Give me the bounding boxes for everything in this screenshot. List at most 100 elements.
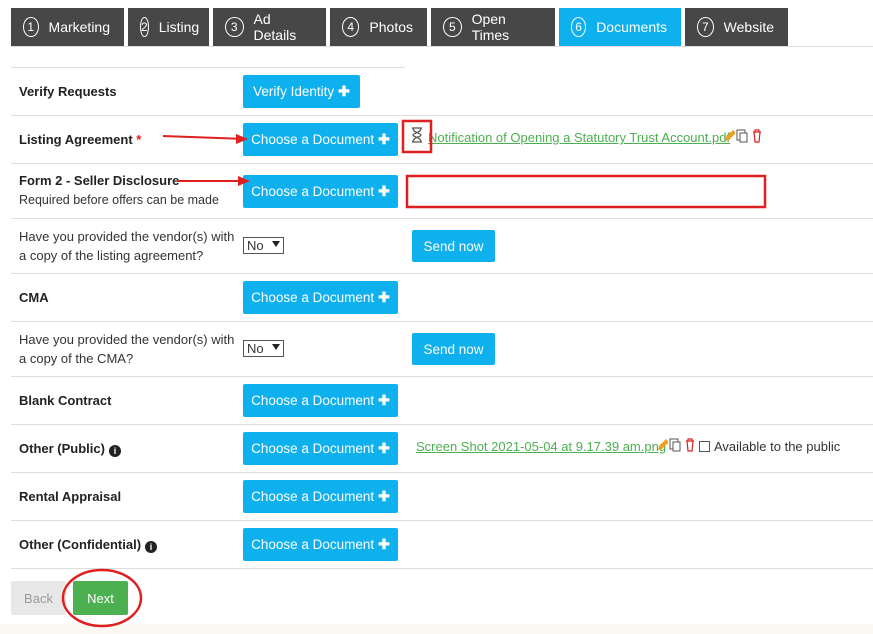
other-public-file-link[interactable]: Screen Shot 2021-05-04 at 9.17.39 am.png xyxy=(416,439,666,454)
tab-website[interactable]: 7 Website xyxy=(685,8,788,46)
label-text: Other (Public) xyxy=(19,441,105,456)
choose-document-button-rental-appraisal[interactable]: Choose a Document ✚ xyxy=(243,480,398,513)
chevron-down-icon xyxy=(272,241,280,247)
selected-value: No xyxy=(247,238,264,253)
arrow-listing-agreement xyxy=(162,134,248,144)
question-line: a copy of the CMA? xyxy=(19,351,134,366)
document-copy-icon[interactable] xyxy=(669,438,681,452)
row-divider xyxy=(11,376,873,377)
plus-icon: ✚ xyxy=(378,131,390,147)
button-label: Choose a Document xyxy=(251,441,375,456)
wizard-tabs: 1 Marketing 2 Listing 3 Ad Details 4 Photos … xyxy=(11,8,792,46)
row-divider xyxy=(11,424,873,425)
other-confidential-label: Other (Confidential) i xyxy=(19,537,158,553)
step-number: 2 xyxy=(140,17,149,37)
available-to-public-label: Available to the public xyxy=(714,439,841,454)
trash-icon[interactable] xyxy=(684,438,696,452)
step-number: 4 xyxy=(342,17,360,37)
available-to-public-checkbox[interactable] xyxy=(699,441,710,452)
tab-divider xyxy=(11,46,873,47)
info-icon[interactable]: i xyxy=(145,541,158,553)
chevron-down-icon xyxy=(272,344,280,350)
row-divider xyxy=(11,321,873,322)
step-number: 7 xyxy=(697,17,714,37)
label-text: Listing Agreement xyxy=(19,132,133,147)
row-divider xyxy=(11,218,873,219)
choose-document-button-form2[interactable]: Choose a Document ✚ xyxy=(243,175,398,208)
tab-photos[interactable]: 4 Photos xyxy=(330,8,427,46)
document-copy-icon[interactable] xyxy=(736,129,748,143)
question-listing-agreement: Have you provided the vendor(s) with a co… xyxy=(19,227,234,265)
choose-document-button-listing-agreement[interactable]: Choose a Document ✚ xyxy=(243,123,398,156)
step-number: 3 xyxy=(225,17,244,37)
button-label: Choose a Document xyxy=(251,537,375,552)
row-divider xyxy=(11,568,873,569)
row-divider xyxy=(11,472,873,473)
trash-icon[interactable] xyxy=(751,129,763,143)
button-label: Verify Identity xyxy=(253,84,335,99)
listing-agreement-file-link[interactable]: Notification of Opening a Statutory Trus… xyxy=(428,130,730,145)
back-button[interactable]: Back xyxy=(11,581,66,615)
tab-documents[interactable]: 6 Documents xyxy=(559,8,681,46)
send-now-button-cma[interactable]: Send now xyxy=(412,333,495,365)
other-public-label: Other (Public) i xyxy=(19,441,121,457)
choose-document-button-blank-contract[interactable]: Choose a Document ✚ xyxy=(243,384,398,417)
button-label: Choose a Document xyxy=(251,132,375,147)
plus-icon: ✚ xyxy=(378,183,390,199)
button-label: Choose a Document xyxy=(251,393,375,408)
listing-agreement-label: Listing Agreement * xyxy=(19,132,141,147)
step-number: 1 xyxy=(23,17,39,37)
question-line: a copy of the listing agreement? xyxy=(19,248,204,263)
tab-label: Photos xyxy=(369,19,413,35)
verify-requests-label: Verify Requests xyxy=(19,84,117,99)
tab-listing[interactable]: 2 Listing xyxy=(128,8,209,46)
provided-cma-select[interactable]: No xyxy=(243,340,284,357)
tab-label: Ad Details xyxy=(253,11,297,43)
selected-value: No xyxy=(247,341,264,356)
question-cma: Have you provided the vendor(s) with a co… xyxy=(19,330,234,368)
highlight-empty-file-box xyxy=(405,174,767,209)
form2-sublabel: Required before offers can be made xyxy=(19,193,219,207)
cma-label: CMA xyxy=(19,290,49,305)
row-divider xyxy=(11,67,405,68)
rental-appraisal-label: Rental Appraisal xyxy=(19,489,122,504)
tab-open-times[interactable]: 5 Open Times xyxy=(431,8,555,46)
row-divider xyxy=(11,163,873,164)
tab-ad-details[interactable]: 3 Ad Details xyxy=(213,8,326,46)
choose-document-button-cma[interactable]: Choose a Document ✚ xyxy=(243,281,398,314)
provided-listing-agreement-select[interactable]: No xyxy=(243,237,284,254)
send-now-button-listing-agreement[interactable]: Send now xyxy=(412,230,495,262)
highlight-hourglass-box xyxy=(401,119,433,154)
form2-label: Form 2 - Seller Disclosure xyxy=(19,173,180,188)
button-label: Choose a Document xyxy=(251,290,375,305)
plus-icon: ✚ xyxy=(378,392,390,408)
plus-icon: ✚ xyxy=(378,289,390,305)
row-divider xyxy=(11,273,873,274)
question-line: Have you provided the vendor(s) with xyxy=(19,229,235,244)
info-icon[interactable]: i xyxy=(108,445,121,457)
row-divider xyxy=(11,520,873,521)
tab-label: Listing xyxy=(158,19,200,35)
choose-document-button-other-confidential[interactable]: Choose a Document ✚ xyxy=(243,528,398,561)
tab-marketing[interactable]: 1 Marketing xyxy=(11,8,124,46)
row-divider xyxy=(11,115,873,116)
hourglass-icon xyxy=(412,127,422,143)
tab-label: Website xyxy=(723,19,774,35)
blank-contract-label: Blank Contract xyxy=(19,393,112,408)
verify-identity-button[interactable]: Verify Identity ✚ xyxy=(243,75,360,108)
tab-label: Marketing xyxy=(48,19,110,35)
step-number: 5 xyxy=(443,17,462,37)
plus-icon: ✚ xyxy=(338,83,350,99)
footer-strip xyxy=(0,624,873,634)
button-label: Choose a Document xyxy=(251,489,375,504)
tab-label: Open Times xyxy=(471,11,510,43)
step-number: 6 xyxy=(571,17,587,37)
button-label: Choose a Document xyxy=(251,184,375,199)
plus-icon: ✚ xyxy=(378,488,390,504)
next-button[interactable]: Next xyxy=(73,581,128,615)
arrow-form2 xyxy=(177,176,250,186)
plus-icon: ✚ xyxy=(378,440,390,456)
question-line: Have you provided the vendor(s) with xyxy=(19,332,235,347)
required-marker: * xyxy=(136,132,142,147)
choose-document-button-other-public[interactable]: Choose a Document ✚ xyxy=(243,432,398,465)
